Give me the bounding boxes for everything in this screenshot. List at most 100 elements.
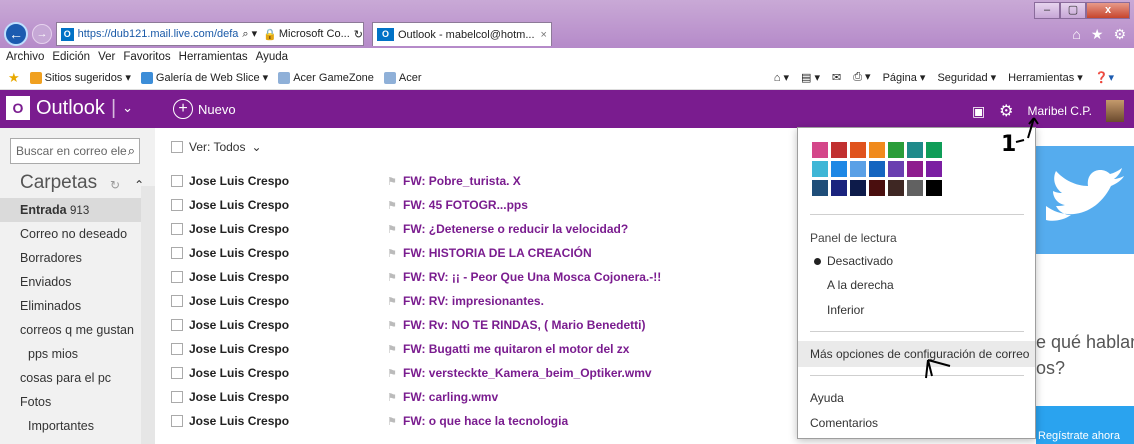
favorites-star-icon[interactable]: ★ <box>8 70 20 86</box>
flag-icon[interactable]: ⚑ <box>387 343 397 356</box>
minimize-button[interactable]: – <box>1034 2 1060 19</box>
help-link[interactable]: Ayuda <box>810 391 844 405</box>
address-bar[interactable]: O https://dub121.mail.live.com/defa ⌕ ▾ … <box>56 22 364 46</box>
home-icon[interactable]: ⌂ ▾ <box>774 71 789 84</box>
menu-ayuda[interactable]: Ayuda <box>256 51 288 63</box>
flag-icon[interactable]: ⚑ <box>387 199 397 212</box>
sidebar-item-borradores[interactable]: Borradores <box>0 246 155 270</box>
theme-color-swatch[interactable] <box>831 161 847 177</box>
close-window-button[interactable]: x <box>1086 2 1130 19</box>
more-mail-settings-link[interactable]: Más opciones de configuración de correo <box>798 341 1035 367</box>
sidebar-item-importantes[interactable]: Importantes <box>0 414 155 438</box>
comments-link[interactable]: Comentarios <box>810 416 878 430</box>
sidebar-item-enviados[interactable]: Enviados <box>0 270 155 294</box>
favorites-star-icon[interactable]: ★ <box>1091 26 1104 43</box>
sidebar-item-correos-q-me-gustan[interactable]: correos q me gustan <box>0 318 155 342</box>
theme-color-swatch[interactable] <box>869 161 885 177</box>
row-checkbox[interactable] <box>171 199 183 211</box>
theme-color-swatch[interactable] <box>926 180 942 196</box>
row-checkbox[interactable] <box>171 271 183 283</box>
sidebar-item-entrada[interactable]: Entrada 913 <box>0 198 155 222</box>
avatar[interactable] <box>1106 100 1124 122</box>
theme-color-swatch[interactable] <box>812 161 828 177</box>
cmd-seguridad[interactable]: Seguridad ▾ <box>937 71 996 84</box>
panel-option-derecha[interactable]: A la derecha <box>827 278 894 292</box>
theme-color-swatch[interactable] <box>831 180 847 196</box>
fav-sitios-sugeridos[interactable]: Sitios sugeridos ▾ <box>29 71 131 84</box>
row-checkbox[interactable] <box>171 415 183 427</box>
tab-close-icon[interactable]: × <box>541 29 547 41</box>
forward-button[interactable]: → <box>32 24 52 44</box>
flag-icon[interactable]: ⚑ <box>387 319 397 332</box>
browser-tab[interactable]: O Outlook - mabelcol@hotm... × <box>372 22 552 46</box>
flag-icon[interactable]: ⚑ <box>387 295 397 308</box>
row-checkbox[interactable] <box>171 391 183 403</box>
twitter-ad[interactable] <box>1036 146 1134 254</box>
theme-color-swatch[interactable] <box>850 161 866 177</box>
theme-color-swatch[interactable] <box>869 180 885 196</box>
search-icon[interactable]: ⌕ <box>128 143 135 159</box>
sidebar-item-eliminados[interactable]: Eliminados <box>0 294 155 318</box>
theme-color-swatch[interactable] <box>888 161 904 177</box>
theme-color-swatch[interactable] <box>907 161 923 177</box>
help-icon[interactable]: ❓▾ <box>1095 71 1114 84</box>
menu-favoritos[interactable]: Favoritos <box>123 51 170 63</box>
panel-option-desactivado[interactable]: Desactivado <box>827 254 893 268</box>
row-checkbox[interactable] <box>171 247 183 259</box>
theme-color-swatch[interactable] <box>888 180 904 196</box>
sidebar-item-cosas-para-el-pc[interactable]: cosas para el pc <box>0 366 155 390</box>
mail-icon[interactable]: ✉ <box>832 71 841 84</box>
row-checkbox[interactable] <box>171 175 183 187</box>
menu-herramientas[interactable]: Herramientas <box>179 51 248 63</box>
new-message-button[interactable]: + Nuevo <box>173 99 236 119</box>
theme-color-swatch[interactable] <box>926 161 942 177</box>
refresh-icon[interactable]: ↻ <box>110 178 120 192</box>
theme-color-swatch[interactable] <box>850 180 866 196</box>
fav-web-slice[interactable]: Galería de Web Slice ▾ <box>140 71 268 84</box>
sidebar-item-correo-no-deseado[interactable]: Correo no deseado <box>0 222 155 246</box>
flag-icon[interactable]: ⚑ <box>387 223 397 236</box>
home-icon[interactable]: ⌂ <box>1072 26 1080 43</box>
fav-acer[interactable]: Acer <box>383 71 422 84</box>
flag-icon[interactable]: ⚑ <box>387 247 397 260</box>
feeds-icon[interactable]: ▤ ▾ <box>801 71 820 84</box>
theme-color-swatch[interactable] <box>907 142 923 158</box>
menu-archivo[interactable]: Archivo <box>6 51 44 63</box>
sidebar-item-pps-mios[interactable]: pps mios <box>0 342 155 366</box>
flag-icon[interactable]: ⚑ <box>387 367 397 380</box>
row-checkbox[interactable] <box>171 343 183 355</box>
row-checkbox[interactable] <box>171 319 183 331</box>
flag-icon[interactable]: ⚑ <box>387 391 397 404</box>
maximize-button[interactable]: ▢ <box>1060 2 1086 19</box>
back-button[interactable]: ← <box>4 22 28 46</box>
theme-color-swatch[interactable] <box>888 142 904 158</box>
cmd-pagina[interactable]: Página ▾ <box>883 71 926 84</box>
flag-icon[interactable]: ⚑ <box>387 271 397 284</box>
theme-color-swatch[interactable] <box>926 142 942 158</box>
fav-acer-gamezone[interactable]: Acer GameZone <box>278 71 374 84</box>
theme-color-swatch[interactable] <box>831 142 847 158</box>
menu-edicion[interactable]: Edición <box>52 51 90 63</box>
print-icon[interactable]: ⎙ ▾ <box>853 70 870 84</box>
theme-color-swatch[interactable] <box>907 180 923 196</box>
outlook-logo[interactable]: O Outlook | ⌄ <box>6 96 133 120</box>
register-button[interactable]: Regístrate ahora <box>1036 406 1134 444</box>
chevron-down-icon[interactable]: ⌄ <box>122 100 133 116</box>
chat-icon[interactable]: ▣ <box>972 103 985 120</box>
theme-color-swatch[interactable] <box>850 142 866 158</box>
gear-icon[interactable]: ⚙ <box>1113 26 1126 43</box>
panel-option-inferior[interactable]: Inferior <box>827 303 864 317</box>
select-all-checkbox[interactable] <box>171 141 183 153</box>
search-input[interactable]: Buscar en correo ele ⌕ <box>10 138 140 164</box>
flag-icon[interactable]: ⚑ <box>387 415 397 428</box>
view-filter[interactable]: Ver: Todos ⌄ <box>171 140 262 154</box>
row-checkbox[interactable] <box>171 295 183 307</box>
sidebar-scrollbar[interactable] <box>141 186 155 444</box>
menu-ver[interactable]: Ver <box>98 51 115 63</box>
theme-color-swatch[interactable] <box>869 142 885 158</box>
cmd-herramientas[interactable]: Herramientas ▾ <box>1008 71 1083 84</box>
theme-color-swatch[interactable] <box>812 142 828 158</box>
flag-icon[interactable]: ⚑ <box>387 175 397 188</box>
sidebar-item-fotos[interactable]: Fotos <box>0 390 155 414</box>
theme-color-swatch[interactable] <box>812 180 828 196</box>
